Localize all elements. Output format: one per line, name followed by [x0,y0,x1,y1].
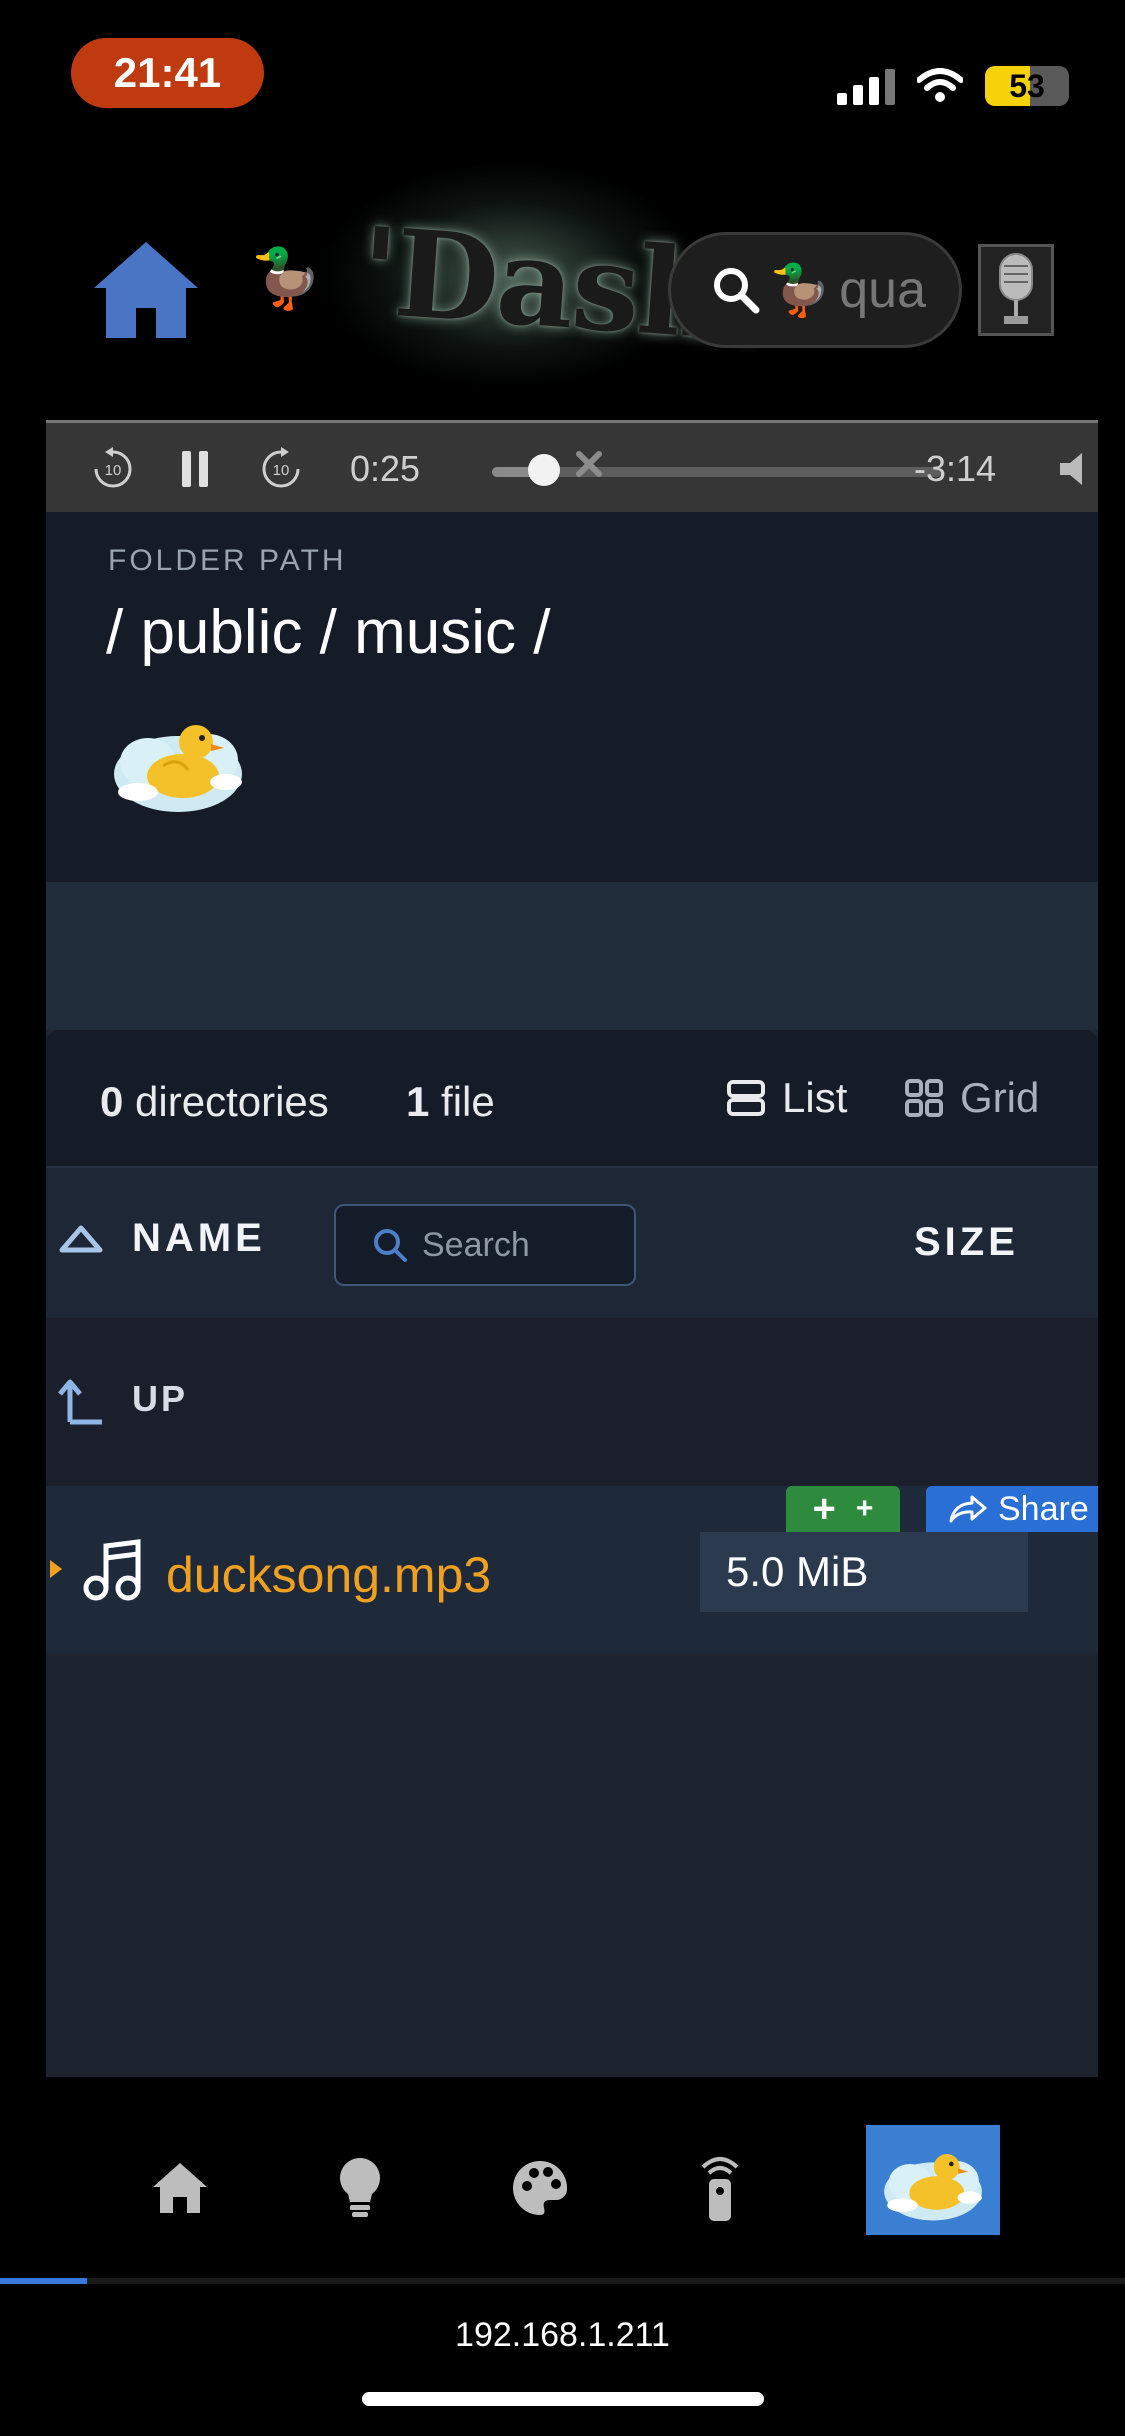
pause-icon [182,451,208,487]
list-icon [727,1080,765,1116]
seek-thumb[interactable] [527,454,560,486]
duck-icon[interactable]: 🦆 [250,250,322,308]
file-name[interactable]: ducksong.mp3 [166,1546,491,1604]
forward-10-label: 10 [273,462,290,479]
search-icon [374,1229,407,1262]
replay-10-icon: 10 [94,447,132,488]
file-count-value: 1 [406,1078,430,1125]
status-icons: 53 [837,66,1069,106]
page-load-progress-fill [0,2278,87,2284]
home-icon[interactable] [90,238,202,342]
grid-icon [905,1079,943,1117]
pause-button[interactable] [180,423,210,515]
duck-cloud-icon [884,2154,982,2221]
search-icon [714,268,760,314]
directory-count-label: directories [135,1078,329,1125]
header-search-input[interactable]: qua [839,260,926,320]
replay-10-label: 10 [105,462,122,479]
bottom-nav [0,2080,1125,2280]
folder-header: FOLDER PATH / public / music / [46,512,1098,882]
file-list-card: 0 directories 1 file List Grid NAME Sear… [46,1030,1098,2077]
home-indicator[interactable] [362,2392,764,2406]
listing-summary: 0 directories 1 file List Grid [46,1030,1098,1168]
audio-player: 10 10 0:25 -3:14 [46,420,1098,512]
share-button[interactable]: Share [926,1486,1098,1532]
share-label: Share [998,1489,1089,1528]
view-list-button[interactable]: List [726,1074,847,1122]
music-note-icon [83,1539,141,1601]
file-count: 1 file [406,1078,495,1126]
lightbulb-icon [340,2158,380,2217]
duck-cloud-icon [114,725,242,812]
battery-indicator: 53 [985,66,1069,106]
column-header: NAME SIZE [46,1168,1098,1318]
folder-path[interactable]: / public / music / [106,597,550,668]
directory-count-value: 0 [100,1078,124,1125]
sort-asc-icon[interactable] [58,1224,104,1254]
view-grid-button[interactable]: Grid [904,1074,1039,1122]
folder-path-label: FOLDER PATH [108,544,347,577]
filter-search-box[interactable] [334,1204,636,1286]
cellular-signal-icon [837,67,895,105]
home-icon [153,2163,207,2213]
volume-icon [1060,453,1082,485]
up-arrow-icon [58,1379,102,1425]
voice-search-button[interactable] [978,244,1054,336]
nav-home-button[interactable] [130,2138,230,2238]
nav-remote-button[interactable] [670,2138,770,2238]
replay-10-button[interactable]: 10 [90,423,136,515]
add-to-playlist-button[interactable]: + + [786,1486,900,1532]
file-browser: FOLDER PATH / public / music / 0 directo… [46,512,1098,2077]
add-label: + [812,1486,836,1531]
status-time: 21:41 [71,38,264,108]
address-bar-url[interactable]: 192.168.1.211 [0,2316,1125,2355]
duck-icon: 🦆 [769,261,832,318]
header-search[interactable]: 🦆 qua [668,232,962,348]
file-row[interactable]: ducksong.mp3 + + Share 5.0 MiB [46,1486,1098,1654]
microphone-icon [999,253,1033,324]
remaining-time: -3:14 [914,448,997,489]
filter-search-input[interactable] [422,1225,612,1265]
file-size: 5.0 MiB [700,1532,1028,1612]
forward-10-button[interactable]: 10 [258,423,304,515]
name-column-header[interactable]: NAME [132,1216,266,1261]
page-load-progress [0,2278,1125,2284]
palette-icon [513,2161,568,2215]
up-label: UP [132,1378,189,1419]
share-icon [949,1495,987,1523]
nav-lights-button[interactable] [310,2138,410,2238]
forward-10-icon: 10 [262,447,300,488]
wifi-icon [917,68,963,102]
size-column-header[interactable]: SIZE [914,1220,1019,1265]
file-count-label: file [441,1078,495,1125]
view-list-label: List [782,1074,848,1121]
view-grid-label: Grid [960,1074,1040,1121]
directory-count: 0 directories [100,1078,329,1126]
elapsed-time: 0:25 [350,448,421,489]
battery-level: 53 [1009,67,1045,104]
play-indicator-icon [50,1560,62,1578]
nav-duck-button[interactable] [866,2125,1000,2235]
nav-themes-button[interactable] [490,2138,590,2238]
close-icon[interactable] [574,449,604,479]
parent-directory-row[interactable]: UP [46,1318,1098,1486]
volume-button[interactable] [1058,423,1098,515]
spacer-band [46,882,1098,1030]
add-label-secondary: + [855,1492,874,1525]
remote-icon [701,2157,739,2221]
